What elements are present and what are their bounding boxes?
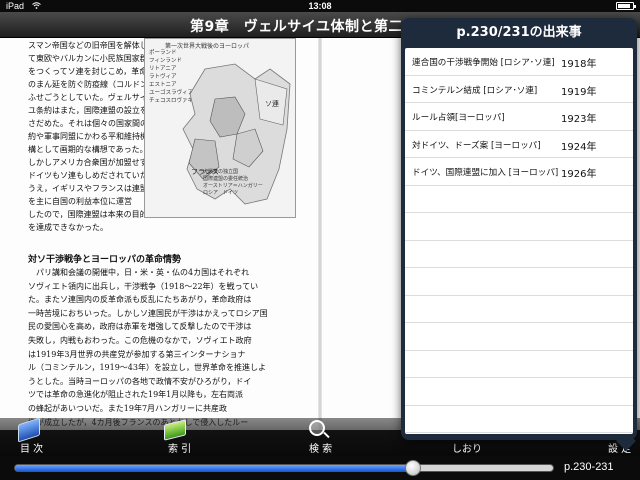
page-indicator: p.230-231 [564,461,614,473]
text-line: ソヴィエト領内に出兵し，干渉戦争（1918～22年）を戦ってい [28,281,259,291]
text-line: スマン帝国などの旧帝国を解体し [28,41,144,50]
text-line: を主に自国の利益本位に運営 [28,197,132,206]
index-label: 索 引 [168,444,192,455]
event-row[interactable]: 対ドイツ、ドーズ案 [ヨーロッパ] 1924年 [405,131,633,158]
upper-paragraph: スマン帝国などの旧帝国を解体し て東欧やバルカンに小民族国家群 をつくってソ連を封じ… [28,39,144,234]
text-line: ドイツもソ連もしめだされていた [28,171,144,180]
event-year: 1919年 [561,86,597,98]
popover-title: p.230/231の出来事 [456,25,582,40]
text-line: の蜂起があいついだ。また19年7月ハンガリーに共産政 [28,403,228,413]
event-row [405,241,633,268]
text-line: ユ条約はまた，国際連盟の設立を [28,106,144,115]
toc-label: 目 次 [20,444,44,455]
text-line: 一時苦境におちいった。しかしソ連国民が干渉はかえってロシア国 [28,308,268,318]
text-line: のまん延を防ぐ防疫線（コルドン・ [28,80,144,89]
event-name: コミンテルン結成 [ロシア･ソ連] [412,85,538,96]
event-name: 対ドイツ、ドーズ案 [ヨーロッパ] [412,140,541,151]
text-line: ル（コミンテルン，1919～43年）を設立し，世界革命を推進しよ [28,363,266,373]
event-year: 1924年 [561,141,597,153]
clock: 13:08 [308,1,332,11]
events-list: 連合国の干渉戦争開始 [ロシア･ソ連] 1918年コミンテルン結成 [ロシア･ソ連… [405,48,633,434]
slider-thumb[interactable] [405,460,422,476]
text-line: を達成できなかった。 [28,223,108,232]
events-popover: p.230/231の出来事 連合国の干渉戦争開始 [ロシア･ソ連] 1918年コミ… [401,18,637,451]
text-line: た。またソ連国内の反革命派も反乱にたちあがり，革命政府は [28,295,252,305]
section-heading: 対ソ干渉戦争とヨーロッパの革命情勢 [28,255,182,265]
search-button[interactable]: 検 索 [306,418,336,456]
page-gutter [318,38,322,430]
event-year: 1918年 [561,59,597,70]
left-page: スマン帝国などの旧帝国を解体し て東欧やバルカンに小民族国家群 をつくってソ連を封じ… [22,38,318,430]
text-line: は1919年3月世界の共産党が参加する第三インターナショナ [28,349,246,359]
page-slider-bar: p.230-231 [0,456,640,480]
event-year: 1923年 [561,114,597,125]
map-legend-item: 国際連盟の委任統治 [203,176,249,182]
text-line: ツでは革命の急進化が阻止された19年1月以降も，左右両派 [28,390,243,400]
event-year: 1926年 [561,169,597,180]
battery-icon [616,2,636,10]
event-name: ルール占領[ヨーロッパ] [412,113,505,123]
event-row[interactable]: ルール占領[ヨーロッパ] 1923年 [405,103,633,131]
text-line: 構として画期的な構想であった。 [28,145,144,154]
map-bottom-legend: 大戦後の独立国 国際連盟の委任統治 オーストリア＝ハンガリー ロシア ドイツ [203,169,263,197]
text-line: うとした。当時ヨーロッパの各地で政情不安がひろがり，ドイ [28,376,252,386]
slider-fill [15,465,414,471]
text-line: 失敗し，内戦もおわった。この危機のなかで，ソヴィエト政府 [28,335,252,345]
event-row [405,378,633,406]
page-slider[interactable] [14,460,554,476]
map-legend-item: オーストリア＝ハンガリー [203,183,263,189]
map-legend-item: ロシア ドイツ [203,190,239,196]
status-bar: iPad 13:08 [0,0,640,12]
map-legend-item: ポーランド [149,50,177,56]
event-row [405,268,633,296]
event-row[interactable]: コミンテルン結成 [ロシア･ソ連] 1919年 [405,76,633,103]
europe-map: 第一次世界大戦後のヨーロッパ ポーランド フィンランド リトアニア ラトヴィア エストニ… [144,38,296,218]
event-row[interactable]: ドイツ、国際連盟に加入 [ヨーロッパ] 1926年 [405,158,633,186]
map-legend-item: 大戦後の独立国 [203,169,239,175]
toc-button[interactable]: 目 次 [14,417,54,456]
book-icon [18,417,40,443]
event-row [405,323,633,351]
text-line: 民の愛国心を高め，政府は赤軍を増強して反撃したので干渉は [28,322,252,332]
text-line: うえ，イギリスやフランスは連盟 [28,184,144,193]
section-body: パリ講和会議の開催中，日・米・英・仏の4カ国はそれぞれ ソヴィエト領内に出兵し，干… [28,266,298,430]
event-row [405,351,633,378]
magnifier-icon [309,420,325,436]
event-row [405,186,633,213]
map-label-russia: ソ連 [265,100,279,108]
text-line: さだめた。それは個々の国家間の条 [28,119,144,128]
text-line: ふせごうとしていた。ヴェルサイ [28,93,144,102]
event-row [405,406,633,433]
bookmark-label: しおり [452,444,482,455]
index-book-icon [164,419,186,441]
event-row[interactable]: 連合国の干渉戦争開始 [ロシア･ソ連] 1918年 [405,48,633,76]
text-line: パリ講和会議の開催中，日・米・英・仏の4カ国はそれぞれ [28,268,250,277]
event-row [405,213,633,241]
text-line: 約や軍事同盟にかわる平和維持機 [28,132,144,141]
text-line: しかしアメリカ合衆国が加盟せず， [28,158,144,167]
event-name: ドイツ、国際連盟に加入 [ヨーロッパ] [412,168,559,178]
text-line: したので，国際連盟は本来の目的 [28,210,144,219]
event-name: 連合国の干渉戦争開始 [ロシア･ソ連] [412,58,555,68]
text-line: て東欧やバルカンに小民族国家群 [28,54,144,63]
text-line: をつくってソ連を封じこめ，革命 [28,67,144,76]
event-row [405,296,633,323]
search-label: 検 索 [309,444,333,455]
index-button[interactable]: 索 引 [162,418,202,456]
